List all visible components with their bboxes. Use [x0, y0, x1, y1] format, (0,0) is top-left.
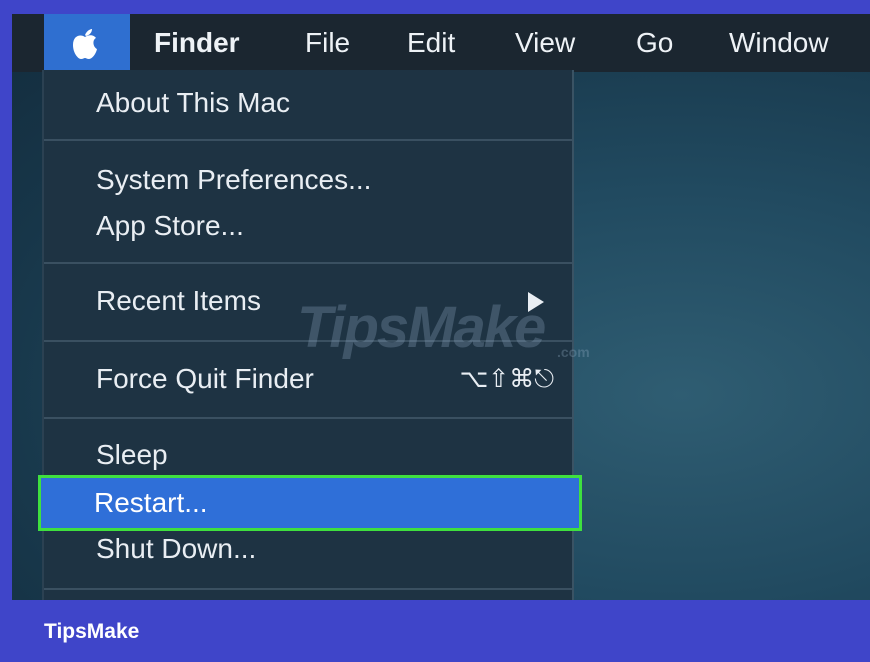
- sleep-item[interactable]: Sleep: [96, 438, 168, 472]
- menu-go[interactable]: Go: [636, 26, 673, 60]
- app-store-item[interactable]: App Store...: [96, 209, 244, 243]
- menu-separator: [44, 588, 572, 590]
- shut-down-item[interactable]: Shut Down...: [96, 532, 256, 566]
- desktop-screen: Finder File Edit View Go Window About Th…: [12, 14, 870, 600]
- apple-menu-button[interactable]: [44, 14, 130, 70]
- menu-view[interactable]: View: [515, 26, 575, 60]
- menu-bar: Finder File Edit View Go Window: [12, 14, 870, 72]
- force-quit-item[interactable]: Force Quit Finder: [96, 362, 314, 396]
- force-quit-shortcut: ⌥⇧⌘⎋: [459, 364, 554, 393]
- about-this-mac-item[interactable]: About This Mac: [96, 86, 290, 120]
- restart-item[interactable]: Restart...: [94, 486, 208, 520]
- footer-bar: TipsMake: [0, 600, 870, 662]
- menu-finder[interactable]: Finder: [154, 26, 240, 60]
- system-preferences-item[interactable]: System Preferences...: [96, 163, 371, 197]
- menu-separator: [44, 139, 572, 141]
- apple-logo-icon: [73, 29, 97, 59]
- menu-separator: [44, 417, 572, 419]
- menu-window[interactable]: Window: [729, 26, 829, 60]
- watermark: TipsMake: [297, 295, 546, 360]
- watermark-suffix: .com: [557, 344, 590, 360]
- menu-edit[interactable]: Edit: [407, 26, 455, 60]
- footer-brand: TipsMake: [44, 620, 140, 643]
- menu-separator: [44, 262, 572, 264]
- recent-items-item[interactable]: Recent Items: [96, 284, 261, 318]
- menu-file[interactable]: File: [305, 26, 350, 60]
